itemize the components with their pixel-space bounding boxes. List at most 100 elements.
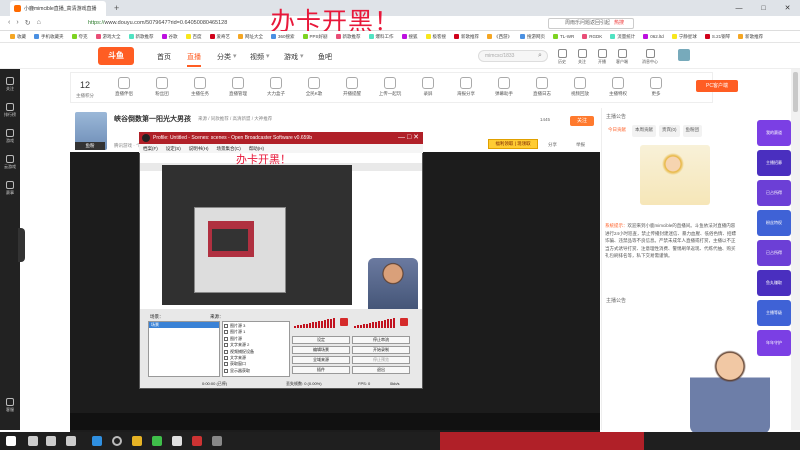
bookmark-item[interactable]: 夸克 bbox=[71, 34, 88, 40]
tab-today-contrib[interactable]: 今日贡献 bbox=[605, 125, 629, 137]
forward-icon[interactable]: › bbox=[16, 19, 18, 27]
bookmark-item[interactable]: 搜游网页 bbox=[520, 34, 545, 40]
tool-item[interactable]: 录屏 bbox=[408, 77, 448, 97]
obs-scenes-list[interactable] bbox=[148, 321, 220, 377]
promo-item[interactable]: 粉丝特权 bbox=[757, 210, 791, 236]
wechat-icon[interactable] bbox=[152, 436, 162, 446]
bookmark-item[interactable]: 360搜索 bbox=[271, 34, 295, 40]
sidebar-item-game[interactable]: 游戏 bbox=[0, 129, 20, 144]
obs-scene-item[interactable]: 场景 bbox=[149, 322, 219, 328]
client-icon[interactable]: 客户端 bbox=[611, 49, 633, 65]
obs-source-item[interactable]: 视频捕捉设备 bbox=[224, 349, 254, 355]
tool-item[interactable]: 大力盒子 bbox=[256, 77, 296, 97]
bookmark-item[interactable]: 062.ltd bbox=[643, 34, 664, 39]
speaker-icon[interactable] bbox=[400, 318, 408, 326]
checkbox-icon[interactable] bbox=[224, 343, 228, 348]
obs-plugins-button[interactable]: 插件 bbox=[292, 366, 350, 374]
obs-exit-button[interactable]: 退出 bbox=[352, 366, 410, 374]
bookmark-item[interactable]: 新歌推荐 bbox=[128, 34, 154, 40]
reload-icon[interactable]: ↻ bbox=[25, 19, 31, 27]
tool-item[interactable]: 直播管理 bbox=[218, 77, 258, 97]
obs-stop-stream-button[interactable]: 停止串流 bbox=[352, 336, 410, 344]
obs-settings-button[interactable]: 设定 bbox=[292, 336, 350, 344]
bookmark-item[interactable]: 《西游》 bbox=[487, 34, 512, 40]
obs-menu-manual[interactable]: 说明书(H) bbox=[189, 144, 209, 153]
sidebar-item-service[interactable]: 客服 bbox=[0, 398, 20, 413]
bookmark-item[interactable]: 网址大全 bbox=[238, 34, 263, 40]
tool-item[interactable]: 上传一起玩 bbox=[370, 77, 410, 97]
new-tab-button[interactable]: + bbox=[114, 3, 119, 13]
promo-item[interactable]: 鱼丸赚取 bbox=[757, 270, 791, 296]
chrome-icon[interactable] bbox=[172, 436, 182, 446]
sidebar-item-follow[interactable]: 关注 bbox=[0, 77, 20, 92]
checkbox-icon[interactable] bbox=[224, 356, 228, 360]
tab-fan-group[interactable]: 鱼粉团 bbox=[682, 125, 702, 137]
tool-item[interactable]: 直播伴侣 bbox=[104, 77, 144, 97]
task-view-icon[interactable] bbox=[66, 436, 76, 446]
obs-source-item[interactable]: 图片源 1 bbox=[224, 329, 245, 335]
file-icon[interactable] bbox=[212, 436, 222, 446]
obs-edit-scene-button[interactable]: 编辑场景 bbox=[292, 346, 350, 354]
tab-week-contrib[interactable]: 本周贡献 bbox=[632, 125, 656, 137]
tool-item[interactable]: 全民K歌 bbox=[294, 77, 334, 97]
share-button[interactable]: 分享 bbox=[548, 142, 557, 148]
player-control-bar[interactable] bbox=[70, 413, 600, 430]
promo-item[interactable]: 我的赛道 bbox=[757, 120, 791, 146]
search-icon[interactable] bbox=[28, 436, 38, 446]
checkbox-icon[interactable] bbox=[224, 368, 228, 373]
maximize-button[interactable]: □ bbox=[761, 5, 765, 12]
checkbox-icon[interactable] bbox=[224, 336, 228, 341]
tool-item[interactable]: 主播特权 bbox=[598, 77, 638, 97]
bookmark-item[interactable]: TL-WR bbox=[553, 34, 574, 39]
page-scrollbar-thumb[interactable] bbox=[793, 72, 798, 112]
tool-item[interactable]: 海报分享 bbox=[446, 77, 486, 97]
promo-item[interactable]: 主播招募 bbox=[757, 150, 791, 176]
tool-item[interactable]: 开播提醒 bbox=[332, 77, 372, 97]
bookmark-item[interactable]: 游戏大全 bbox=[95, 34, 121, 40]
home-icon[interactable]: ⌂ bbox=[37, 19, 41, 27]
bookmark-item[interactable]: 新歌推荐 bbox=[738, 34, 763, 40]
tab-vip[interactable]: 贵宾(0) bbox=[659, 125, 680, 137]
bookmark-item[interactable]: 收藏 bbox=[10, 34, 26, 40]
bookmark-item[interactable]: RGDK bbox=[582, 34, 602, 39]
hot-search-label[interactable]: 热搜 bbox=[614, 18, 624, 29]
tool-item[interactable]: 粉丝团 bbox=[142, 77, 182, 97]
folder-icon[interactable] bbox=[132, 436, 142, 446]
tool-item[interactable]: 视频回放 bbox=[560, 77, 600, 97]
page-scrollbar[interactable] bbox=[791, 69, 800, 430]
game-icon[interactable] bbox=[192, 436, 202, 446]
tool-item[interactable]: 直播日志 bbox=[522, 77, 562, 97]
promo-item[interactable]: 年年守护 bbox=[757, 330, 791, 356]
obs-icon[interactable] bbox=[112, 436, 122, 446]
obs-menu-settings[interactable]: 设定(S) bbox=[166, 144, 181, 153]
bookmark-item[interactable]: 谷歌 bbox=[161, 34, 178, 40]
sidebar-item-rank[interactable]: 排行榜 bbox=[0, 103, 20, 118]
minimize-button[interactable]: — bbox=[735, 5, 742, 12]
obs-source-item[interactable]: 文字来源 2 bbox=[224, 342, 249, 348]
broadcast-icon[interactable]: 开播 bbox=[591, 49, 613, 65]
tool-item[interactable]: 弹幕助手 bbox=[484, 77, 524, 97]
start-icon[interactable] bbox=[6, 436, 16, 446]
reward-banner[interactable]: 福利领取 | 现领取 bbox=[488, 139, 538, 149]
microphone-icon[interactable] bbox=[340, 318, 348, 326]
bookmark-item[interactable]: 流量统计 bbox=[610, 34, 635, 40]
pc-client-button[interactable]: PC客户端 bbox=[696, 80, 738, 92]
obs-global-sources-button[interactable]: 全域来源 bbox=[292, 356, 350, 364]
history-icon[interactable]: 历史 bbox=[551, 49, 573, 65]
bookmark-item[interactable]: 爆料工作 bbox=[368, 34, 394, 40]
obs-start-record-button[interactable]: 开始录制 bbox=[352, 346, 410, 354]
user-avatar[interactable] bbox=[678, 49, 690, 61]
obs-source-item[interactable]: 图片源 bbox=[224, 336, 242, 342]
report-button[interactable]: 举报 bbox=[576, 142, 585, 148]
checkbox-icon[interactable] bbox=[224, 330, 228, 335]
promo-item[interactable]: 主播等级 bbox=[757, 300, 791, 326]
bookmark-item[interactable]: 搜狐 bbox=[401, 34, 418, 40]
bookmark-item[interactable]: S.21钢琴 bbox=[704, 34, 730, 40]
close-button[interactable]: ✕ bbox=[785, 4, 791, 12]
follow-button[interactable]: 关注 bbox=[570, 116, 594, 126]
tool-item[interactable]: 主播任务 bbox=[180, 77, 220, 97]
bookmark-item[interactable]: 手机收藏夹 bbox=[34, 34, 64, 40]
checkbox-icon[interactable] bbox=[224, 349, 228, 354]
browser-tab[interactable]: 小鹿mimcible直播_高清游戏直播 bbox=[10, 1, 106, 16]
obs-stop-preview-button[interactable]: 停止预览 bbox=[352, 356, 410, 364]
